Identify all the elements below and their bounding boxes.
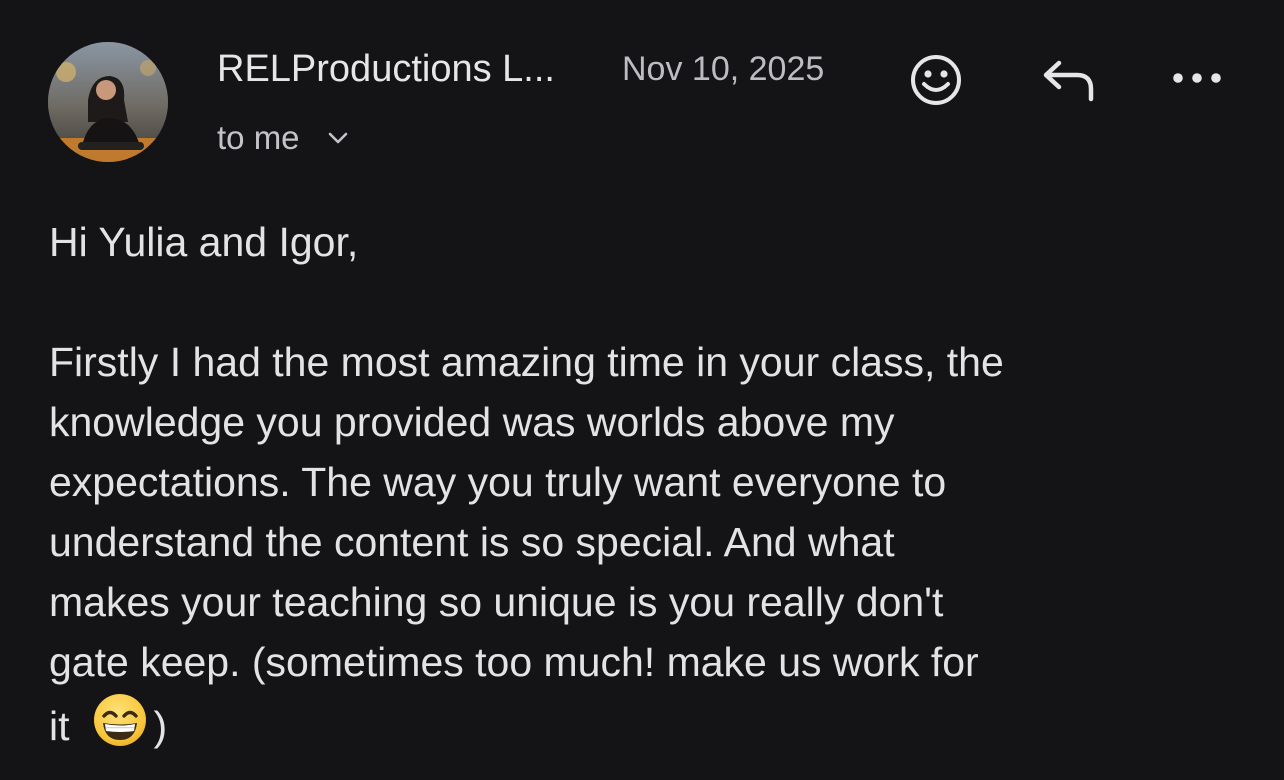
grinning-face-emoji [92,692,148,764]
message-date: Nov 10, 2025 [622,50,825,88]
email-message-view: RELProductions L... Nov 10, 2025 to me H… [0,0,1284,780]
body-line: Firstly I had the most amazing time in y… [49,339,1004,385]
reply-button[interactable] [1036,52,1102,108]
sender-name[interactable]: RELProductions L... [217,46,555,92]
body-line: understand the content is so special. An… [49,519,895,565]
recipient-details-toggle[interactable]: to me [217,116,348,160]
add-reaction-button[interactable] [906,50,966,110]
smiley-icon [911,55,961,105]
recipient-label: to me [217,119,300,156]
reply-arrow-icon [1043,60,1094,102]
message-greeting: Hi Yulia and Igor, [49,219,359,265]
body-line-start: it [49,703,70,749]
avatar-photo [48,42,168,162]
body-line-end: ) [153,703,168,749]
body-line-last: it ) [49,692,1249,752]
chevron-down-icon [328,132,347,144]
message-body: Hi Yulia and Igor, Firstly I had the mos… [49,212,1249,752]
sender-avatar[interactable] [48,42,168,162]
body-line: gate keep. (sometimes too much! make us … [49,639,979,685]
body-line: expectations. The way you truly want eve… [49,459,947,505]
more-options-button[interactable] [1168,58,1226,98]
more-dots-icon [1173,73,1221,83]
message-paragraph: Firstly I had the most amazing time in y… [49,332,1249,752]
body-line: knowledge you provided was worlds above … [49,399,895,445]
body-line: makes your teaching so unique is you rea… [49,579,944,625]
